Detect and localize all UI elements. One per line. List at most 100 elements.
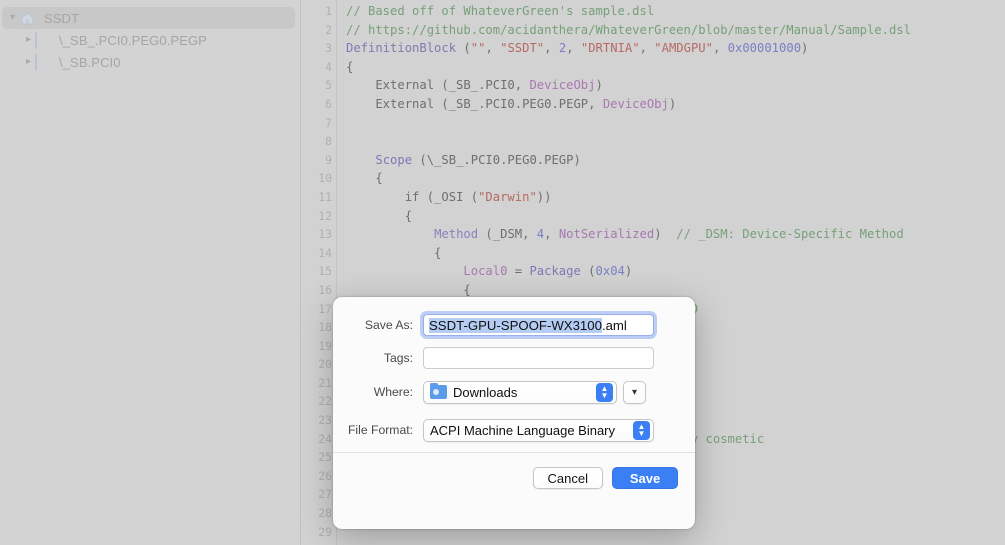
code-token: "" (470, 41, 486, 56)
tags-row: Tags: (333, 346, 695, 370)
home-icon (20, 11, 37, 25)
code-line: // https://github.com/acidanthera/Whatev… (346, 21, 1005, 40)
blue-folder-icon (430, 382, 447, 399)
chevron-down-icon[interactable]: ▾ (6, 13, 19, 23)
line-number: 16 (318, 282, 332, 297)
up-down-stepper-icon[interactable]: ▲ ▼ (633, 420, 650, 440)
code-token: ) (801, 41, 809, 56)
file-format-row: File Format: ACPI Machine Language Binar… (333, 418, 695, 442)
code-token: , (712, 41, 728, 56)
filename-input[interactable]: SSDT-GPU-SPOOF-WX3100 .aml (423, 314, 654, 336)
code-line: External (_SB_.PCI0, DeviceObj) (346, 76, 1005, 95)
line-number: 1 (325, 4, 332, 18)
code-token: ) (624, 264, 633, 279)
code-token: )) (536, 189, 552, 204)
code-token: 0x04 (595, 264, 625, 279)
code-token: External (_SB_.PCI0.PEG0.PEGP, (346, 96, 603, 111)
save-dialog: Save As: SSDT-GPU-SPOOF-WX3100 .aml Tags:… (333, 297, 695, 529)
sidebar-item-label: \_SB_.PCI0.PEG0.PEGP (59, 32, 207, 48)
code-token: DeviceObj (602, 96, 669, 111)
line-number: 17 (318, 301, 332, 316)
sidebar-tree: ▾ SSDT ▸ \_SB_.PCI0.PEG0.PEGP ▸ \_SB.PCI… (0, 0, 301, 545)
code-token: Local0 (463, 264, 508, 279)
code-token: External (_SB_.PCI0, (346, 78, 530, 93)
sidebar-item-sb-pci0-peg0-pegp[interactable]: ▸ \_SB_.PCI0.PEG0.PEGP (0, 29, 301, 51)
save-as-label: Save As: (364, 318, 413, 332)
line-number: 13 (318, 227, 332, 242)
code-token: if (_OSI ( (346, 189, 479, 204)
line-number: 12 (318, 208, 332, 223)
code-line: { (346, 58, 1005, 77)
code-token: { (346, 208, 413, 223)
code-token: // _DSM: Device-Specific Method (676, 227, 904, 242)
code-token: ) (654, 227, 677, 242)
code-token: (\_SB_.PCI0.PEG0.PEGP) (412, 152, 581, 167)
code-token: // Based off of WhateverGreen's sample.d… (346, 4, 655, 18)
line-number: 18 (318, 320, 332, 335)
line-number: 11 (318, 189, 332, 204)
line-number: 23 (318, 413, 332, 428)
line-number: 7 (325, 115, 332, 130)
file-format-dropdown[interactable]: ACPI Machine Language Binary ▲ ▼ (423, 418, 654, 442)
code-token: Method (434, 227, 479, 242)
folder-icon (35, 54, 52, 71)
code-token: , (544, 41, 559, 56)
chevron-right-icon[interactable]: ▸ (22, 57, 35, 67)
line-number: 25 (318, 450, 332, 465)
line-number: 14 (318, 245, 332, 260)
filename-selected-text: SSDT-GPU-SPOOF-WX3100 (429, 317, 602, 333)
code-token: Package (529, 264, 581, 279)
code-token: "AMDGPU" (654, 41, 713, 56)
code-token: ) (595, 78, 603, 93)
save-as-row: Save As: SSDT-GPU-SPOOF-WX3100 .aml (333, 313, 695, 337)
line-number: 15 (318, 264, 332, 279)
cancel-button[interactable]: Cancel (532, 467, 603, 489)
code-token: ) (668, 96, 677, 111)
code-token: { (346, 245, 442, 260)
line-number: 6 (325, 96, 332, 111)
folder-icon (35, 32, 52, 49)
sidebar-item-label: \_SB.PCI0 (59, 54, 121, 70)
file-format-value: ACPI Machine Language Binary (430, 422, 616, 438)
chevron-down-icon: ▾ (631, 386, 638, 398)
code-line: Local0 = Package (0x04) (346, 262, 1005, 281)
tags-input[interactable] (423, 347, 654, 369)
line-number: 4 (325, 59, 332, 74)
app-window: ▾ SSDT ▸ \_SB_.PCI0.PEG0.PEGP ▸ \_SB.PCI… (0, 0, 1005, 545)
code-token: 0x00001000 (727, 41, 802, 56)
line-number: 21 (318, 375, 332, 390)
line-number: 27 (318, 487, 332, 502)
code-line: External (_SB_.PCI0.PEG0.PEGP, DeviceObj… (346, 95, 1005, 114)
sheet-button-bar: Cancel Save (333, 453, 695, 489)
where-label: Where: (373, 385, 413, 399)
code-token: { (346, 171, 383, 186)
filename-extension-text: .aml (601, 317, 627, 333)
line-number: 10 (318, 171, 332, 186)
up-down-stepper-icon[interactable]: ▲ ▼ (596, 382, 613, 402)
code-token: DeviceObj (529, 78, 596, 93)
code-line: Method (_DSM, 4, NotSerialized) // _DSM:… (346, 225, 1005, 244)
code-line: { (346, 244, 1005, 263)
file-format-label: File Format: (347, 423, 413, 437)
line-number: 19 (318, 338, 332, 353)
chevron-right-icon[interactable]: ▸ (22, 35, 35, 45)
code-token: Scope (375, 152, 413, 167)
code-line: Scope (\_SB_.PCI0.PEG0.PEGP) (346, 151, 1005, 170)
line-number: 26 (318, 468, 332, 483)
code-token: ( (580, 264, 596, 279)
code-line: if (_OSI ("Darwin")) (346, 188, 1005, 207)
save-button[interactable]: Save (612, 467, 678, 489)
where-dropdown[interactable]: Downloads ▲ ▼ (423, 380, 617, 404)
sidebar-item-sb-pci0[interactable]: ▸ \_SB.PCI0 (0, 51, 301, 73)
tags-label: Tags: (383, 351, 413, 365)
where-expand-button[interactable]: ▾ (623, 380, 646, 404)
sidebar-item-ssdt[interactable]: ▾ SSDT (2, 7, 295, 29)
line-number: 20 (318, 357, 332, 372)
line-number: 30 (301, 541, 332, 545)
code-line: { (346, 169, 1005, 188)
where-row: Where: Downloads ▲ ▼ ▾ (333, 380, 695, 404)
code-token: , (544, 227, 559, 242)
